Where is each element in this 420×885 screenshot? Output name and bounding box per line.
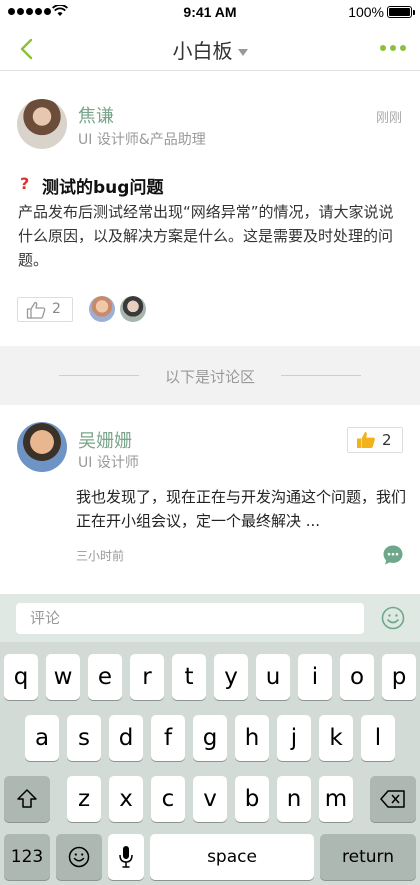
key-e[interactable]: e bbox=[88, 654, 122, 700]
post-like-count: 2 bbox=[52, 301, 61, 317]
shift-key[interactable] bbox=[4, 776, 50, 822]
battery-percent: 100% bbox=[348, 4, 384, 20]
key-q[interactable]: q bbox=[4, 654, 38, 700]
microphone-icon bbox=[119, 846, 133, 868]
key-d[interactable]: d bbox=[109, 715, 143, 761]
more-dots-icon[interactable] bbox=[380, 45, 406, 51]
nav-bar: 小白板 bbox=[0, 26, 420, 71]
return-key[interactable]: return bbox=[320, 834, 416, 880]
divider-label: 以下是讨论区 bbox=[164, 368, 255, 386]
nav-title-dropdown[interactable]: 小白板 bbox=[0, 35, 420, 64]
space-key[interactable]: space bbox=[150, 834, 314, 880]
key-k[interactable]: k bbox=[319, 715, 353, 761]
author-avatar[interactable] bbox=[17, 99, 67, 149]
key-j[interactable]: j bbox=[277, 715, 311, 761]
comment-body: 我也发现了，现在正在与开发沟通这个问题，我们正在开小组会议，定一个最终解决 ..… bbox=[76, 488, 407, 530]
commenter-avatar[interactable] bbox=[17, 422, 67, 472]
key-o[interactable]: o bbox=[340, 654, 374, 700]
author-role: UI 设计师&产品助理 bbox=[78, 132, 206, 148]
key-n[interactable]: n bbox=[277, 776, 311, 822]
key-y[interactable]: y bbox=[214, 654, 248, 700]
key-w[interactable]: w bbox=[46, 654, 80, 700]
shift-icon bbox=[17, 789, 37, 808]
key-p[interactable]: p bbox=[382, 654, 416, 700]
emoji-key[interactable] bbox=[56, 834, 102, 880]
emoji-icon[interactable] bbox=[381, 606, 405, 630]
key-l[interactable]: l bbox=[361, 715, 395, 761]
key-r[interactable]: r bbox=[130, 654, 164, 700]
post-time: 刚刚 bbox=[375, 111, 402, 126]
key-u[interactable]: u bbox=[256, 654, 290, 700]
commenter-role: UI 设计师 bbox=[78, 455, 139, 471]
comment-input[interactable]: 评论 bbox=[16, 603, 364, 634]
liker-avatar[interactable] bbox=[89, 296, 115, 322]
liker-avatar[interactable] bbox=[120, 296, 146, 322]
author-name[interactable]: 焦谦 bbox=[78, 102, 114, 128]
key-v[interactable]: v bbox=[193, 776, 227, 822]
key-z[interactable]: z bbox=[67, 776, 101, 822]
key-i[interactable]: i bbox=[298, 654, 332, 700]
key-h[interactable]: h bbox=[235, 715, 269, 761]
key-g[interactable]: g bbox=[193, 715, 227, 761]
post-like-button[interactable]: 2 bbox=[17, 297, 73, 322]
thumbs-up-icon bbox=[26, 301, 46, 319]
battery-icon bbox=[387, 6, 415, 18]
post-title: 测试的bug问题 bbox=[42, 178, 164, 198]
comment-like-button[interactable]: 2 bbox=[347, 427, 403, 453]
caret-down-icon bbox=[237, 49, 248, 56]
numbers-key[interactable]: 123 bbox=[4, 834, 50, 880]
thumbs-up-icon bbox=[357, 432, 375, 448]
delete-key[interactable] bbox=[370, 776, 416, 822]
commenter-name[interactable]: 吴姗姗 bbox=[78, 427, 132, 453]
key-t[interactable]: t bbox=[172, 654, 206, 700]
comment-input-bar: 评论 bbox=[0, 594, 420, 642]
key-a[interactable]: a bbox=[25, 715, 59, 761]
backspace-icon bbox=[380, 790, 405, 808]
emoji-icon bbox=[68, 846, 90, 868]
comment-time: 三小时前 bbox=[76, 549, 125, 563]
status-bar: 9:41 AM 100% bbox=[0, 0, 420, 26]
key-m[interactable]: m bbox=[319, 776, 353, 822]
page-title: 小白板 bbox=[172, 39, 233, 63]
question-icon: ? bbox=[20, 174, 30, 193]
post-body: 产品发布后测试经常出现“网络异常”的情况，请大家说说什么原因，以及解决方案是什么… bbox=[18, 203, 394, 269]
reply-bubble-icon[interactable] bbox=[382, 544, 404, 566]
key-s[interactable]: s bbox=[67, 715, 101, 761]
comment-like-count: 2 bbox=[382, 431, 392, 449]
dictation-key[interactable] bbox=[108, 834, 144, 880]
keyboard: qwertyuiop asdfghjkl zxcvbnm 123 space r… bbox=[0, 642, 420, 885]
key-f[interactable]: f bbox=[151, 715, 185, 761]
key-x[interactable]: x bbox=[109, 776, 143, 822]
key-c[interactable]: c bbox=[151, 776, 185, 822]
key-b[interactable]: b bbox=[235, 776, 269, 822]
